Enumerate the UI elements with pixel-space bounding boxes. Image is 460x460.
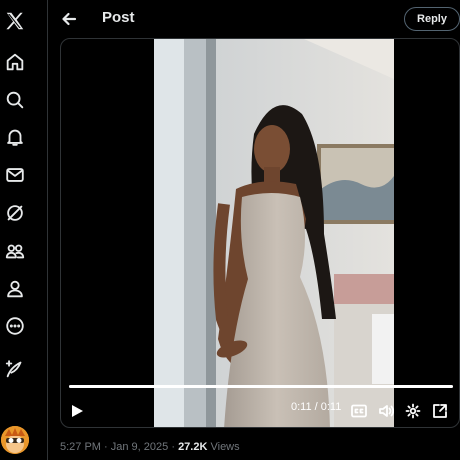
messages-icon[interactable] <box>2 162 28 188</box>
views-count: 27.2K <box>178 441 208 453</box>
communities-icon[interactable] <box>2 238 28 264</box>
post-meta: 5:27 PM · Jan 9, 2025 · 27.2K Views <box>60 441 240 453</box>
avatar[interactable] <box>1 426 29 454</box>
video-time: 0:11 / 0:11 <box>291 401 342 413</box>
post-compose-icon[interactable] <box>2 356 28 382</box>
pop-out-icon[interactable] <box>430 401 450 421</box>
volume-icon[interactable] <box>376 401 396 421</box>
profile-icon[interactable] <box>2 276 28 302</box>
post-header: Post Reply <box>48 0 460 38</box>
more-icon[interactable] <box>2 313 28 339</box>
sidebar-nav <box>0 0 48 460</box>
settings-icon[interactable] <box>403 401 423 421</box>
video-player[interactable]: 0:11 / 0:11 <box>60 38 460 428</box>
video-frame[interactable] <box>154 39 394 427</box>
video-progress-fill <box>69 385 453 388</box>
grok-icon[interactable] <box>2 200 28 226</box>
views-label: Views <box>210 441 240 453</box>
captions-icon[interactable] <box>349 401 369 421</box>
post-time[interactable]: 5:27 PM <box>60 441 101 453</box>
play-icon[interactable] <box>67 401 87 421</box>
back-arrow-icon[interactable] <box>58 8 80 30</box>
post-date[interactable]: Jan 9, 2025 <box>111 441 169 453</box>
meta-separator: · <box>171 441 175 453</box>
x-logo-icon[interactable] <box>2 8 28 34</box>
video-frame-image <box>154 39 394 427</box>
meta-separator: · <box>104 441 108 453</box>
home-icon[interactable] <box>2 49 28 75</box>
page-title: Post <box>102 9 135 26</box>
notifications-icon[interactable] <box>2 124 28 150</box>
video-progress-bar[interactable] <box>69 385 453 388</box>
search-icon[interactable] <box>2 87 28 113</box>
reply-button[interactable]: Reply <box>404 7 460 31</box>
